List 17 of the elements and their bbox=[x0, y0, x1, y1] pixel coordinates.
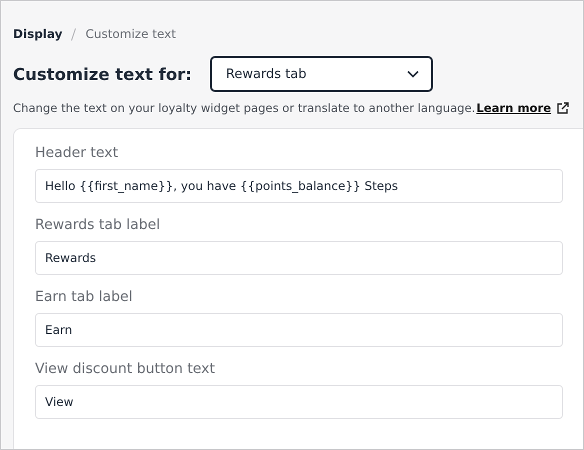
chevron-down-icon bbox=[406, 70, 419, 78]
field-label: Header text bbox=[35, 145, 120, 161]
field-label: Earn tab label bbox=[35, 289, 134, 305]
page-select[interactable]: Rewards tab bbox=[210, 56, 433, 92]
text-field[interactable]: Hello {{first_name}}, you have {{points_balance}} Steps bbox=[35, 169, 563, 203]
text-field[interactable]: Rewards bbox=[35, 241, 563, 275]
breadcrumb-item: Customize text bbox=[85, 27, 176, 41]
external-link-icon[interactable] bbox=[556, 102, 570, 114]
description-text: Change the text on your loyalty widget pages or translate to another language. bbox=[13, 101, 476, 115]
text-field[interactable]: View bbox=[35, 385, 563, 419]
breadcrumb-item[interactable]: Display bbox=[13, 27, 62, 41]
field-label: View discount button text bbox=[35, 361, 216, 377]
text-field[interactable]: Earn bbox=[35, 313, 563, 347]
field-label: Rewards tab label bbox=[35, 217, 162, 233]
learn-more-link[interactable]: Learn more bbox=[476, 101, 552, 115]
customize-heading: Customize text for: bbox=[13, 64, 192, 84]
breadcrumb-separator bbox=[71, 28, 76, 40]
